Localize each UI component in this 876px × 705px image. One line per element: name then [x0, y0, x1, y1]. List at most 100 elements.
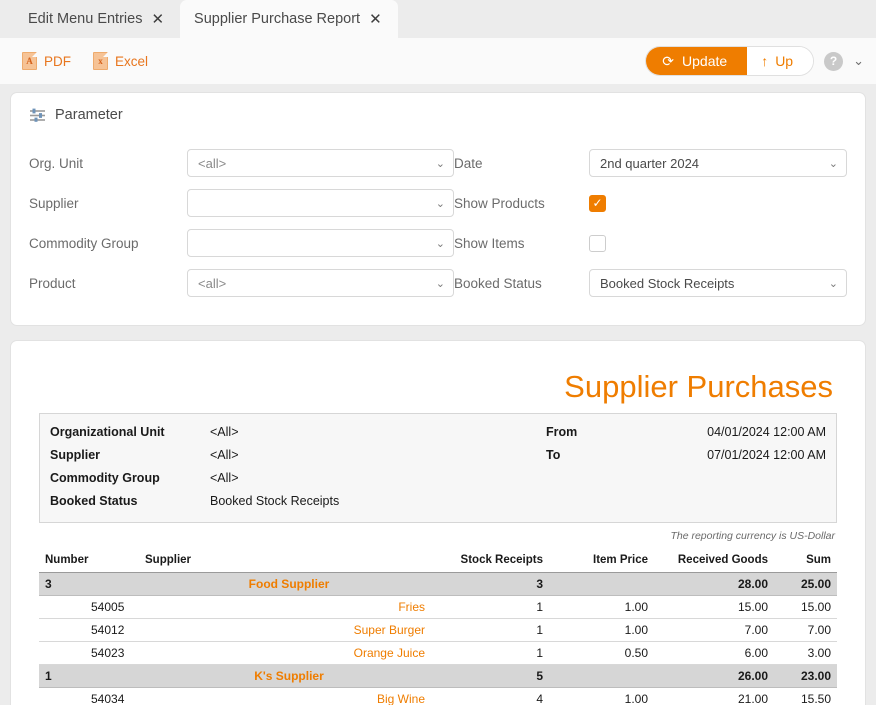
meta-spacer: [546, 467, 656, 490]
column-header-supplier: Supplier: [139, 552, 439, 573]
meta-spacer: [656, 490, 826, 513]
cell-supplier: Super Burger: [139, 618, 439, 642]
close-icon[interactable]: ✕: [369, 12, 382, 27]
export-pdf-button[interactable]: A PDF: [22, 52, 71, 70]
column-header-stock-receipts: Stock Receipts: [439, 552, 549, 573]
show-products-checkbox[interactable]: ✓: [589, 194, 606, 212]
close-icon[interactable]: ✕: [151, 12, 164, 27]
help-icon[interactable]: ?: [824, 51, 844, 71]
cell-item-price: 1.00: [549, 618, 654, 642]
commodity-group-field: ⌄: [187, 223, 454, 263]
action-button-group: ⟳ Update ↑ Up: [645, 46, 815, 76]
meta-org-unit-value: <All>: [210, 425, 239, 439]
pdf-file-icon: A: [22, 52, 37, 70]
tab-bar: Edit Menu Entries ✕ Supplier Purchase Re…: [0, 0, 876, 38]
meta-supplier-value: <All>: [210, 448, 239, 462]
cell-supplier: Orange Juice: [139, 641, 439, 665]
export-pdf-label: PDF: [44, 53, 71, 69]
date-label: Date: [454, 155, 483, 171]
show-products-label: Show Products: [454, 195, 545, 211]
tab-supplier-purchase-report[interactable]: Supplier Purchase Report ✕: [180, 0, 398, 38]
cell-stock-receipts: 5: [439, 664, 549, 688]
cell-number: 54005: [39, 595, 139, 619]
cell-received-goods: 28.00: [654, 572, 774, 596]
chevron-down-icon: ⌄: [828, 277, 838, 290]
supplier-select[interactable]: ⌄: [187, 189, 454, 217]
column-header-item-price: Item Price: [549, 552, 654, 573]
cell-stock-receipts: 3: [439, 572, 549, 596]
org-unit-select[interactable]: <all> ⌄: [187, 149, 454, 177]
toolbar-right: ⟳ Update ↑ Up ? ⌄: [645, 46, 864, 76]
meta-commodity-group-label: Commodity Group: [50, 471, 160, 485]
meta-to-value: 07/01/2024 12:00 AM: [707, 448, 826, 462]
cell-supplier: Food Supplier: [139, 572, 439, 596]
product-label: Product: [29, 275, 76, 291]
show-items-label: Show Items: [454, 235, 525, 251]
export-actions: A PDF x Excel: [22, 52, 148, 70]
cell-supplier: K's Supplier: [139, 664, 439, 688]
report-panel: Supplier Purchases Organizational Unit <…: [10, 340, 866, 705]
cell-supplier: Big Wine: [139, 687, 439, 705]
column-header-number: Number: [39, 552, 139, 573]
cell-received-goods: 21.00: [654, 687, 774, 705]
chevron-down-icon: ⌄: [828, 157, 838, 170]
cell-sum: 7.00: [774, 618, 837, 642]
cell-received-goods: 26.00: [654, 664, 774, 688]
up-button[interactable]: ↑ Up: [747, 47, 814, 75]
meta-org-unit-label: Organizational Unit: [50, 425, 165, 439]
meta-from-label: From: [546, 425, 578, 439]
product-select[interactable]: <all> ⌄: [187, 269, 454, 297]
export-excel-button[interactable]: x Excel: [93, 52, 148, 70]
product-field: <all> ⌄: [187, 263, 454, 303]
date-value: 2nd quarter 2024: [600, 155, 700, 171]
tab-label: Edit Menu Entries: [28, 11, 143, 27]
cell-number: 54034: [39, 687, 139, 705]
booked-status-field: Booked Stock Receipts ⌄: [589, 263, 847, 303]
cell-number: 54012: [39, 618, 139, 642]
cell-received-goods: 7.00: [654, 618, 774, 642]
meta-booked-status-label: Booked Status: [50, 494, 138, 508]
parameter-panel: Parameter Org. Unit <all> ⌄ Date 2nd qua…: [10, 92, 866, 326]
cell-stock-receipts: 1: [439, 618, 549, 642]
booked-status-select[interactable]: Booked Stock Receipts ⌄: [589, 269, 847, 297]
supplier-field: ⌄: [187, 183, 454, 223]
cell-item-price: 1.00: [549, 687, 654, 705]
update-button[interactable]: ⟳ Update: [646, 47, 748, 75]
org-unit-value: <all>: [198, 155, 227, 171]
toolbar: A PDF x Excel ⟳ Update ↑ Up ? ⌄: [0, 38, 876, 84]
meta-booked-status-value: Booked Stock Receipts: [210, 494, 340, 508]
org-unit-field: <all> ⌄: [187, 143, 454, 183]
cell-supplier: Fries: [139, 595, 439, 619]
meta-to-label: To: [546, 448, 561, 462]
chevron-down-icon: ⌄: [435, 197, 445, 210]
export-excel-label: Excel: [115, 53, 149, 69]
commodity-group-select[interactable]: ⌄: [187, 229, 454, 257]
meta-supplier-label: Supplier: [50, 448, 101, 462]
meta-row: Organizational Unit <All> From 04/01/202…: [50, 421, 826, 444]
cell-number: 3: [39, 572, 139, 596]
date-select[interactable]: 2nd quarter 2024 ⌄: [589, 149, 847, 177]
table-row: 54023 Orange Juice 1 0.50 6.00 3.00: [39, 641, 837, 665]
cell-item-price: [549, 664, 654, 688]
tab-label: Supplier Purchase Report: [194, 11, 361, 27]
column-header-received-goods: Received Goods: [654, 552, 774, 573]
cell-sum: 15.50: [774, 687, 837, 705]
arrow-up-icon: ↑: [761, 53, 769, 69]
chevron-down-icon: ⌄: [435, 237, 445, 250]
table-header-row: Number Supplier Stock Receipts Item Pric…: [39, 552, 837, 573]
cell-received-goods: 6.00: [654, 641, 774, 665]
column-header-sum: Sum: [774, 552, 837, 573]
excel-file-icon: x: [93, 52, 108, 70]
report-table: Number Supplier Stock Receipts Item Pric…: [39, 552, 837, 705]
show-items-checkbox[interactable]: [589, 234, 606, 252]
table-row: 54034 Big Wine 4 1.00 21.00 15.50: [39, 687, 837, 705]
org-unit-label: Org. Unit: [29, 155, 84, 171]
chevron-down-icon[interactable]: ⌄: [853, 53, 864, 69]
chevron-down-icon: ⌄: [435, 277, 445, 290]
tab-edit-menu-entries[interactable]: Edit Menu Entries ✕: [14, 0, 180, 38]
cell-stock-receipts: 1: [439, 641, 549, 665]
supplier-label: Supplier: [29, 195, 79, 211]
booked-status-value: Booked Stock Receipts: [600, 275, 735, 291]
chevron-down-icon: ⌄: [435, 157, 445, 170]
sliders-icon: [30, 108, 45, 122]
